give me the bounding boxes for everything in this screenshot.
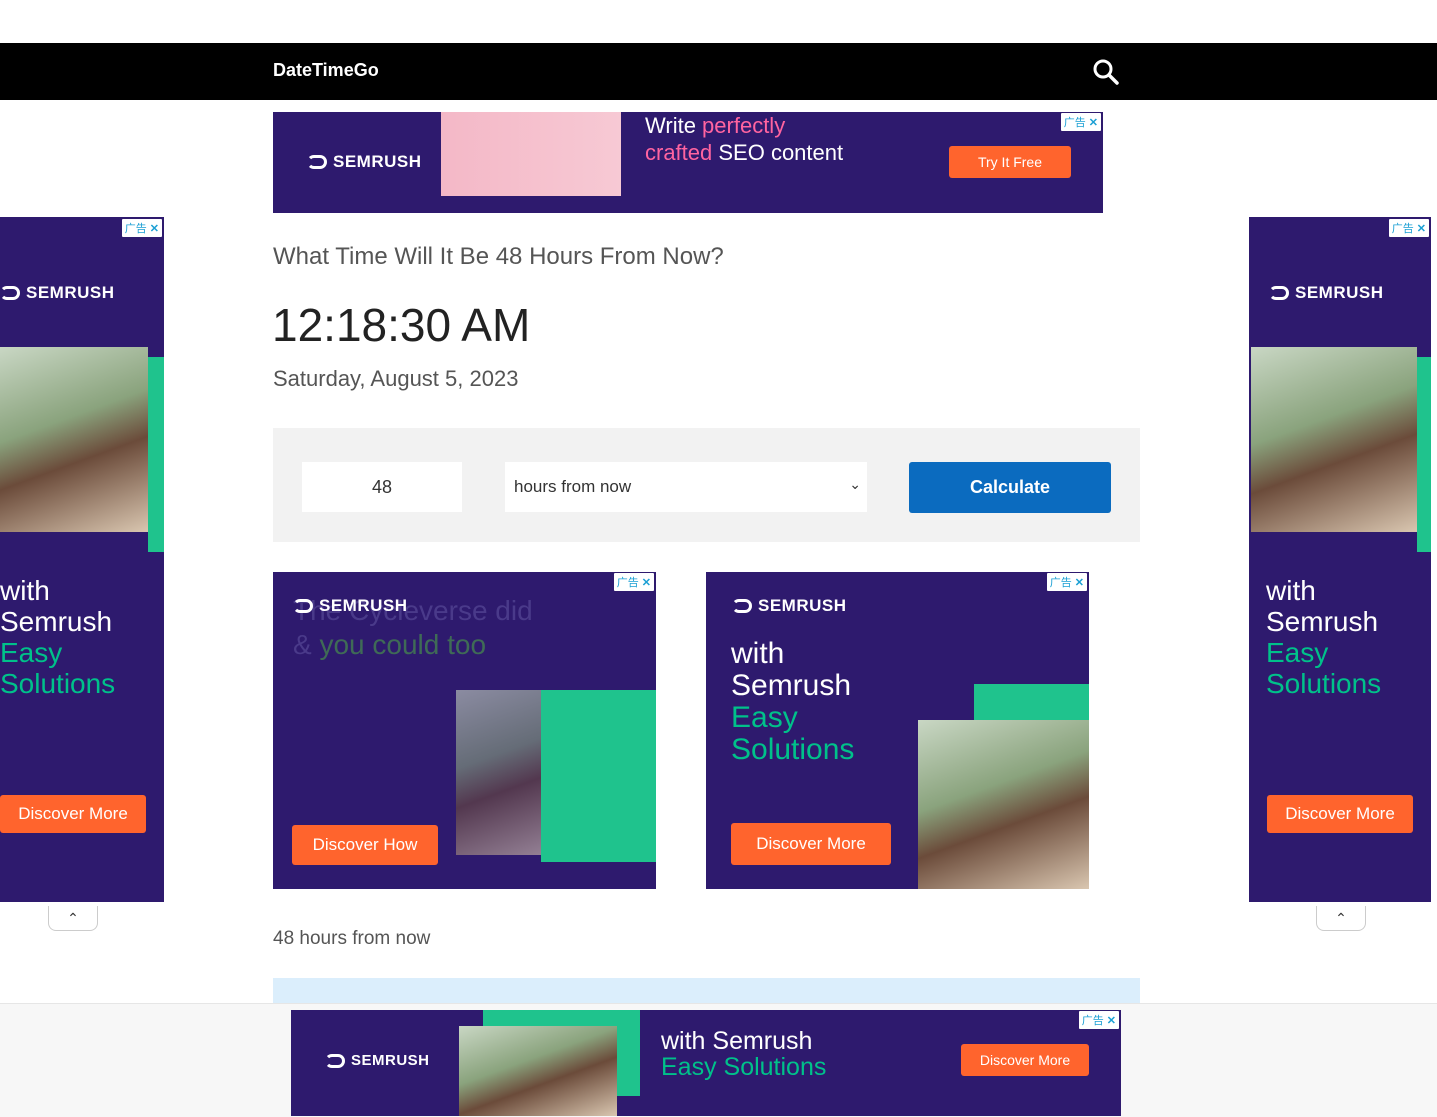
square-ad-right[interactable]: SEMRUSH with Semrush Easy Solutions Discove… bbox=[706, 572, 1089, 889]
calculate-button[interactable]: Calculate bbox=[909, 462, 1111, 513]
ad-headline: with Semrush Easy Solutions bbox=[1266, 575, 1382, 699]
ad-photo-panel bbox=[1417, 357, 1431, 552]
collapse-ad-right[interactable]: ⌃ bbox=[1316, 906, 1366, 931]
close-icon: ✕ bbox=[641, 576, 651, 589]
discover-more-button[interactable]: Discover More bbox=[0, 795, 146, 833]
bottom-banner-ad[interactable]: SEMRUSH with Semrush Easy Solutions Disco… bbox=[291, 1010, 1121, 1116]
search-icon[interactable] bbox=[1092, 58, 1120, 86]
ad-photo bbox=[459, 1026, 617, 1116]
amount-input[interactable] bbox=[302, 462, 462, 512]
ad-headline: with Semrush Easy Solutions bbox=[661, 1027, 827, 1081]
ad-photo-panel bbox=[541, 690, 656, 862]
ad-screenshot-image bbox=[441, 112, 621, 196]
ad-headline: Write perfectly crafted SEO content bbox=[645, 113, 844, 165]
ad-choices-badge[interactable]: 广告 ✕ bbox=[1388, 219, 1429, 237]
semrush-logo: SEMRUSH bbox=[1269, 283, 1384, 303]
top-banner-ad[interactable]: SEMRUSH Write perfectly crafted SEO cont… bbox=[273, 112, 1103, 213]
semrush-logo: SEMRUSH bbox=[0, 283, 115, 303]
result-heading: 48 hours from now bbox=[273, 928, 431, 949]
ad-choices-badge[interactable]: 广告 ✕ bbox=[1060, 113, 1101, 131]
result-date: Saturday, August 5, 2023 bbox=[273, 366, 519, 391]
collapse-ad-left[interactable]: ⌃ bbox=[48, 906, 98, 931]
ad-headline: with Semrush Easy Solutions bbox=[731, 637, 855, 766]
chevron-up-icon: ⌃ bbox=[67, 909, 79, 926]
close-icon: ✕ bbox=[1088, 116, 1098, 129]
close-icon: ✕ bbox=[1074, 576, 1084, 589]
ad-photo bbox=[456, 690, 546, 855]
close-icon: ✕ bbox=[149, 222, 159, 235]
discover-how-button[interactable]: Discover How bbox=[292, 825, 438, 865]
result-time: 12:18:30 AM bbox=[272, 299, 531, 351]
ad-photo bbox=[0, 347, 148, 532]
top-navbar bbox=[0, 43, 1437, 100]
ad-choices-badge[interactable]: 广告 ✕ bbox=[121, 219, 162, 237]
ad-choices-badge[interactable]: 广告 ✕ bbox=[1046, 573, 1087, 591]
ad-photo-panel bbox=[148, 357, 164, 552]
try-it-free-button[interactable]: Try It Free bbox=[949, 146, 1071, 178]
ad-headline: with Semrush Easy Solutions bbox=[0, 575, 116, 699]
skyscraper-ad-right[interactable]: SEMRUSH with Semrush Easy Solutions Discove… bbox=[1249, 217, 1431, 902]
chevron-down-icon: ⌄ bbox=[849, 476, 861, 492]
unit-select[interactable]: hours from now ⌄ bbox=[505, 462, 867, 512]
semrush-logo: SEMRUSH bbox=[293, 596, 408, 616]
ad-photo bbox=[918, 720, 1089, 889]
discover-more-button[interactable]: Discover More bbox=[731, 823, 891, 865]
unit-select-value: hours from now bbox=[514, 477, 632, 496]
semrush-logo: SEMRUSH bbox=[307, 152, 422, 172]
ad-photo bbox=[1251, 347, 1417, 532]
semrush-logo: SEMRUSH bbox=[732, 596, 847, 616]
page-title: What Time Will It Be 48 Hours From Now? bbox=[273, 243, 724, 270]
close-icon: ✕ bbox=[1106, 1014, 1116, 1027]
square-ad-left[interactable]: The Cycleverse did & you could too SEMRUS… bbox=[273, 572, 656, 889]
close-icon: ✕ bbox=[1416, 222, 1426, 235]
ad-choices-badge[interactable]: 广告 ✕ bbox=[613, 573, 654, 591]
semrush-logo: SEMRUSH bbox=[325, 1052, 430, 1069]
discover-more-button[interactable]: Discover More bbox=[961, 1044, 1089, 1076]
discover-more-button[interactable]: Discover More bbox=[1267, 795, 1413, 833]
chevron-up-icon: ⌃ bbox=[1335, 909, 1347, 926]
ad-choices-badge[interactable]: 广告 ✕ bbox=[1078, 1011, 1119, 1029]
skyscraper-ad-left[interactable]: SEMRUSH with Semrush Easy Solutions Discove… bbox=[0, 217, 164, 902]
site-logo[interactable]: DateTimeGo bbox=[273, 60, 379, 81]
